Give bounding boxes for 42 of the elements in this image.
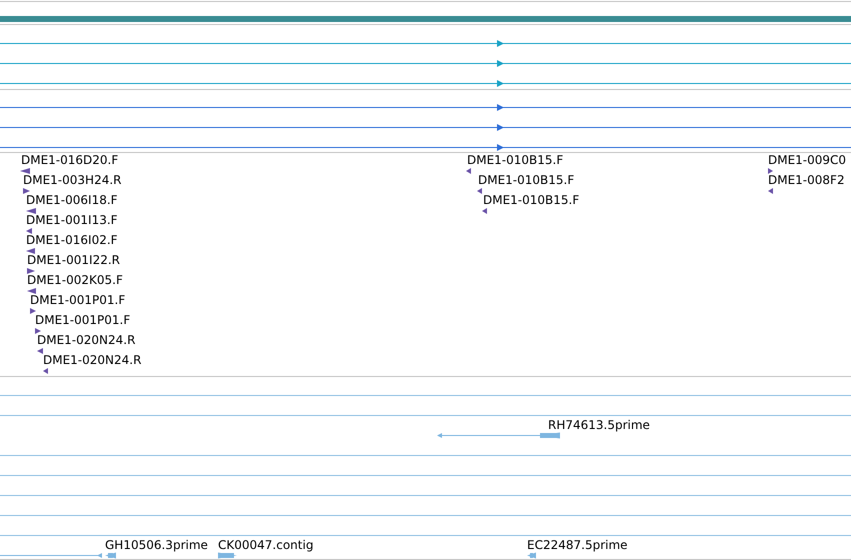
feature-label: DME1-009C0: [768, 153, 846, 167]
feature-label: DME1-008F2: [768, 173, 845, 187]
feature-label: DME1-002K05.F: [27, 273, 123, 287]
feature-label: DME1-001I22.R: [27, 253, 120, 267]
clone-arrow-icon[interactable]: [466, 168, 471, 174]
feature-label: EC22487.5prime: [527, 538, 628, 552]
feature-label: DME1-010B15.F: [478, 173, 574, 187]
feature-label: DME1-001P01.F: [30, 293, 126, 307]
transcript-feature[interactable]: [0, 124, 851, 131]
feature-label: DME1-001I13.F: [26, 213, 118, 227]
transcript-feature[interactable]: [0, 144, 851, 151]
feature-label: DME1-010B15.F: [467, 153, 564, 167]
feature-label: GH10506.3prime: [105, 538, 208, 552]
feature-label: DME1-020N24.R: [43, 353, 142, 367]
transcript-feature[interactable]: [0, 60, 851, 67]
feature-label: DME1-016I02.F: [26, 233, 118, 247]
feature-label: DME1-020N24.R: [37, 333, 136, 347]
transcript-feature[interactable]: [0, 40, 851, 47]
feature-label: RH74613.5prime: [548, 418, 650, 432]
clone-arrow-icon[interactable]: [27, 288, 36, 294]
clone-arrow-icon[interactable]: [26, 228, 32, 234]
clone-arrow-icon[interactable]: [30, 308, 36, 314]
clone-arrow-icon[interactable]: [43, 368, 48, 374]
clone-arrow-icon[interactable]: [768, 168, 773, 174]
clone-arrow-icon[interactable]: [35, 328, 41, 334]
clone-arrow-icon[interactable]: [26, 208, 36, 214]
clone-arrow-icon[interactable]: [27, 268, 35, 274]
clone-arrow-icon[interactable]: [23, 188, 30, 194]
clone-arrow-icon[interactable]: [768, 188, 773, 194]
feature-label: DME1-001P01.F: [35, 313, 130, 327]
clone-arrow-icon[interactable]: [20, 168, 30, 174]
transcript-feature[interactable]: [0, 104, 851, 111]
clone-arrow-icon[interactable]: [37, 348, 43, 354]
feature-label: DME1-016D20.F: [21, 153, 118, 167]
clone-arrow-icon[interactable]: [477, 188, 482, 194]
feature-label: DME1-006I18.F: [26, 193, 118, 207]
feature-label: CK00047.contig: [218, 538, 314, 552]
feature-label: DME1-003H24.R: [23, 173, 122, 187]
transcript-feature[interactable]: [0, 80, 851, 87]
clone-arrow-icon[interactable]: [482, 208, 487, 214]
clone-arrow-icon[interactable]: [26, 248, 35, 254]
feature-label: DME1-010B15.F: [483, 193, 580, 207]
